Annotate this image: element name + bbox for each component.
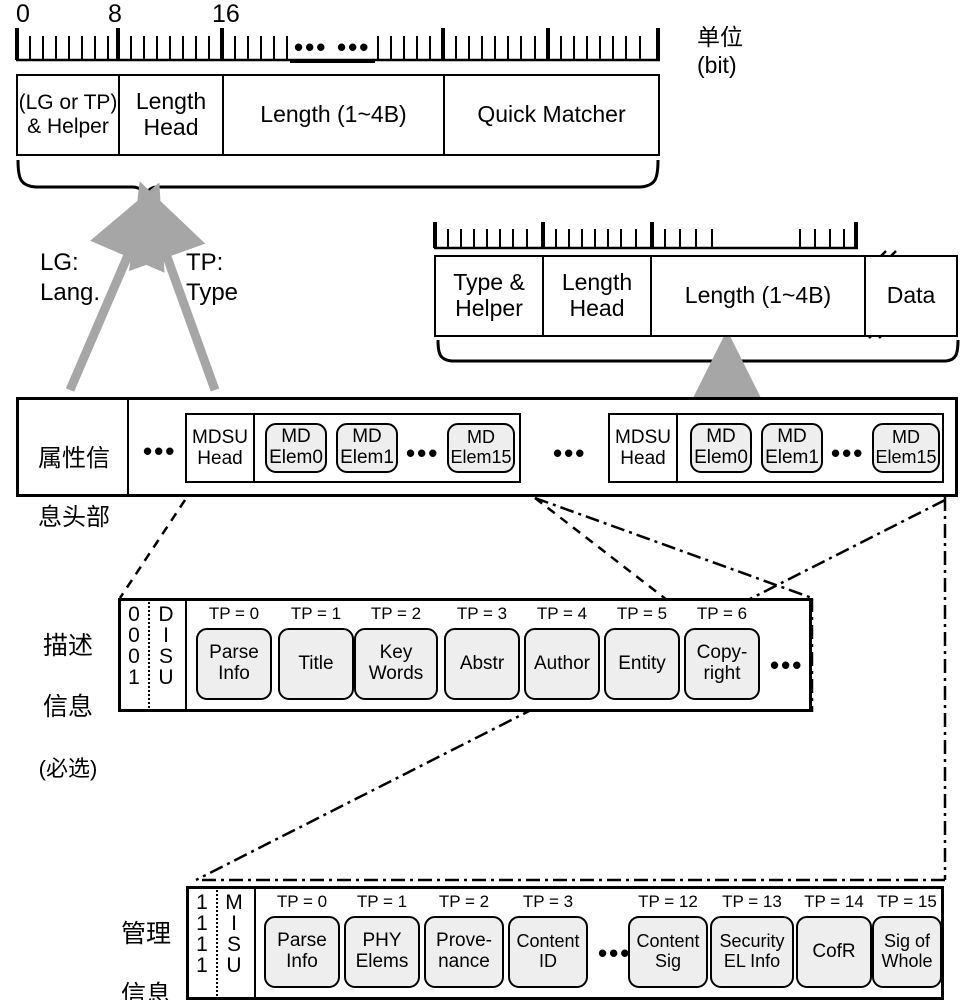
management-bits: 1 1 1 1 [196, 891, 208, 977]
descriptive-tp-4: TP = 4 [536, 604, 588, 623]
management-su: M I S U [225, 891, 243, 977]
descriptive-su: D I S U [158, 603, 174, 689]
management-item-sig-of-whole[interactable]: Sig of Whole [872, 916, 942, 988]
md-elem-15-g2[interactable]: MD Elem15 [872, 423, 940, 473]
mdsu-head-2[interactable]: MDSU Head [608, 413, 678, 483]
descriptive-bits: 0 0 0 1 [128, 603, 140, 689]
descriptive-label-l2: 信息 [42, 692, 93, 721]
descriptive-info-label: 描述 信息 (必选) [20, 600, 116, 783]
lg-arrow-label: LG: Lang. [40, 249, 101, 306]
management-item-content-id[interactable]: Content ID [508, 916, 588, 988]
descriptive-su-divider [185, 598, 187, 712]
mdsu-group-1-dots: ••• [406, 438, 440, 468]
unit-label: 单位 (bit) [697, 24, 743, 78]
descriptive-item-title[interactable]: Title [278, 628, 354, 700]
descriptive-item-copyright[interactable]: Copy- right [684, 628, 760, 700]
mdsu-row-divider-1 [127, 397, 129, 497]
management-su-divider [254, 886, 256, 1000]
second-ruler [433, 222, 858, 250]
ruler-ellipsis-2: ••• [337, 32, 371, 62]
management-middle-dots: ••• [598, 938, 632, 968]
descriptive-label-l3: (必选) [38, 755, 98, 781]
md-elem-0-g1[interactable]: MD Elem0 [265, 423, 327, 473]
header1-field-length[interactable]: Length (1~4B) [222, 74, 445, 156]
management-tp-14: TP = 14 [804, 892, 864, 911]
management-item-security-el-info[interactable]: Security EL Info [710, 916, 794, 988]
ruler-tick-0: 0 [16, 0, 30, 28]
md-elem-0-g2[interactable]: MD Elem0 [690, 423, 752, 473]
ruler-ellipsis-1: ••• [294, 32, 328, 62]
management-tp-1: TP = 1 [356, 892, 408, 911]
brace-header1 [16, 159, 660, 206]
ruler-tick-8: 8 [108, 0, 122, 28]
attr-header-line1: 属性信 [38, 445, 110, 473]
header2-field-type-helper[interactable]: Type & Helper [434, 255, 544, 337]
header2-field-length[interactable]: Length (1~4B) [650, 255, 866, 337]
md-elem-15-g1[interactable]: MD Elem15 [447, 423, 515, 473]
header1-field-length-head[interactable]: Length Head [118, 74, 224, 156]
descriptive-item-abstr[interactable]: Abstr [444, 628, 520, 700]
md-elem-1-g2[interactable]: MD Elem1 [761, 423, 823, 473]
attribute-info-header-label: 属性信 息头部 [22, 415, 126, 532]
descriptive-tp-0: TP = 0 [208, 604, 260, 623]
management-info-label: 管理 信息 (必选) [98, 888, 194, 1000]
tp-arrow-label: TP: Type [186, 249, 239, 306]
management-tp-3: TP = 3 [522, 892, 574, 911]
descriptive-item-entity[interactable]: Entity [604, 628, 680, 700]
descriptive-trailing-dots: ••• [770, 650, 804, 680]
management-item-cofr[interactable]: CofR [796, 916, 872, 988]
descriptive-tp-2: TP = 2 [370, 604, 422, 623]
management-label-l1: 管理 [120, 919, 171, 948]
management-item-phy-elems[interactable]: PHY Elems [344, 916, 420, 988]
mdsu-head-1[interactable]: MDSU Head [185, 413, 255, 483]
management-item-provenance[interactable]: Prove- nance [424, 916, 504, 988]
management-tp-2: TP = 2 [438, 892, 490, 911]
descriptive-tp-3: TP = 3 [456, 604, 508, 623]
header1-field-quick-matcher[interactable]: Quick Matcher [443, 74, 660, 156]
md-elem-1-g1[interactable]: MD Elem1 [336, 423, 398, 473]
attr-header-line2: 息头部 [38, 503, 110, 531]
management-label-l2: 信息 [120, 980, 171, 1000]
descriptive-tp-6: TP = 6 [696, 604, 748, 623]
ruler-tick-16: 16 [212, 0, 240, 28]
descriptive-item-key-words[interactable]: Key Words [354, 628, 438, 700]
descriptive-tp-1: TP = 1 [290, 604, 342, 623]
mdsu-row-lead-dots: ••• [143, 436, 177, 466]
header2-field-length-head[interactable]: Length Head [542, 255, 652, 337]
descriptive-item-parse-info[interactable]: Parse Info [196, 628, 272, 700]
management-item-parse-info[interactable]: Parse Info [264, 916, 340, 988]
header1-field-lg-tp-helper[interactable]: (LG or TP) & Helper [16, 74, 120, 156]
management-tp-15: TP = 15 [877, 892, 937, 911]
descriptive-bits-divider [148, 602, 150, 708]
mdsu-between-groups-dots: ••• [553, 438, 587, 468]
management-bits-divider [216, 890, 218, 996]
header2-field-data[interactable]: Data [864, 255, 958, 337]
management-tp-0: TP = 0 [276, 892, 328, 911]
management-tp-12: TP = 12 [638, 892, 698, 911]
management-item-content-sig[interactable]: Content Sig [628, 916, 708, 988]
management-tp-13: TP = 13 [722, 892, 782, 911]
descriptive-item-author[interactable]: Author [524, 628, 600, 700]
brace-header2 [436, 339, 960, 376]
diagram-canvas: 0 8 16 ••• ••• 单位 (bit) (LG or TP) & Hel… [0, 0, 963, 1000]
descriptive-tp-5: TP = 5 [616, 604, 668, 623]
descriptive-label-l1: 描述 [42, 631, 93, 660]
mdsu-group-2-dots: ••• [831, 438, 865, 468]
